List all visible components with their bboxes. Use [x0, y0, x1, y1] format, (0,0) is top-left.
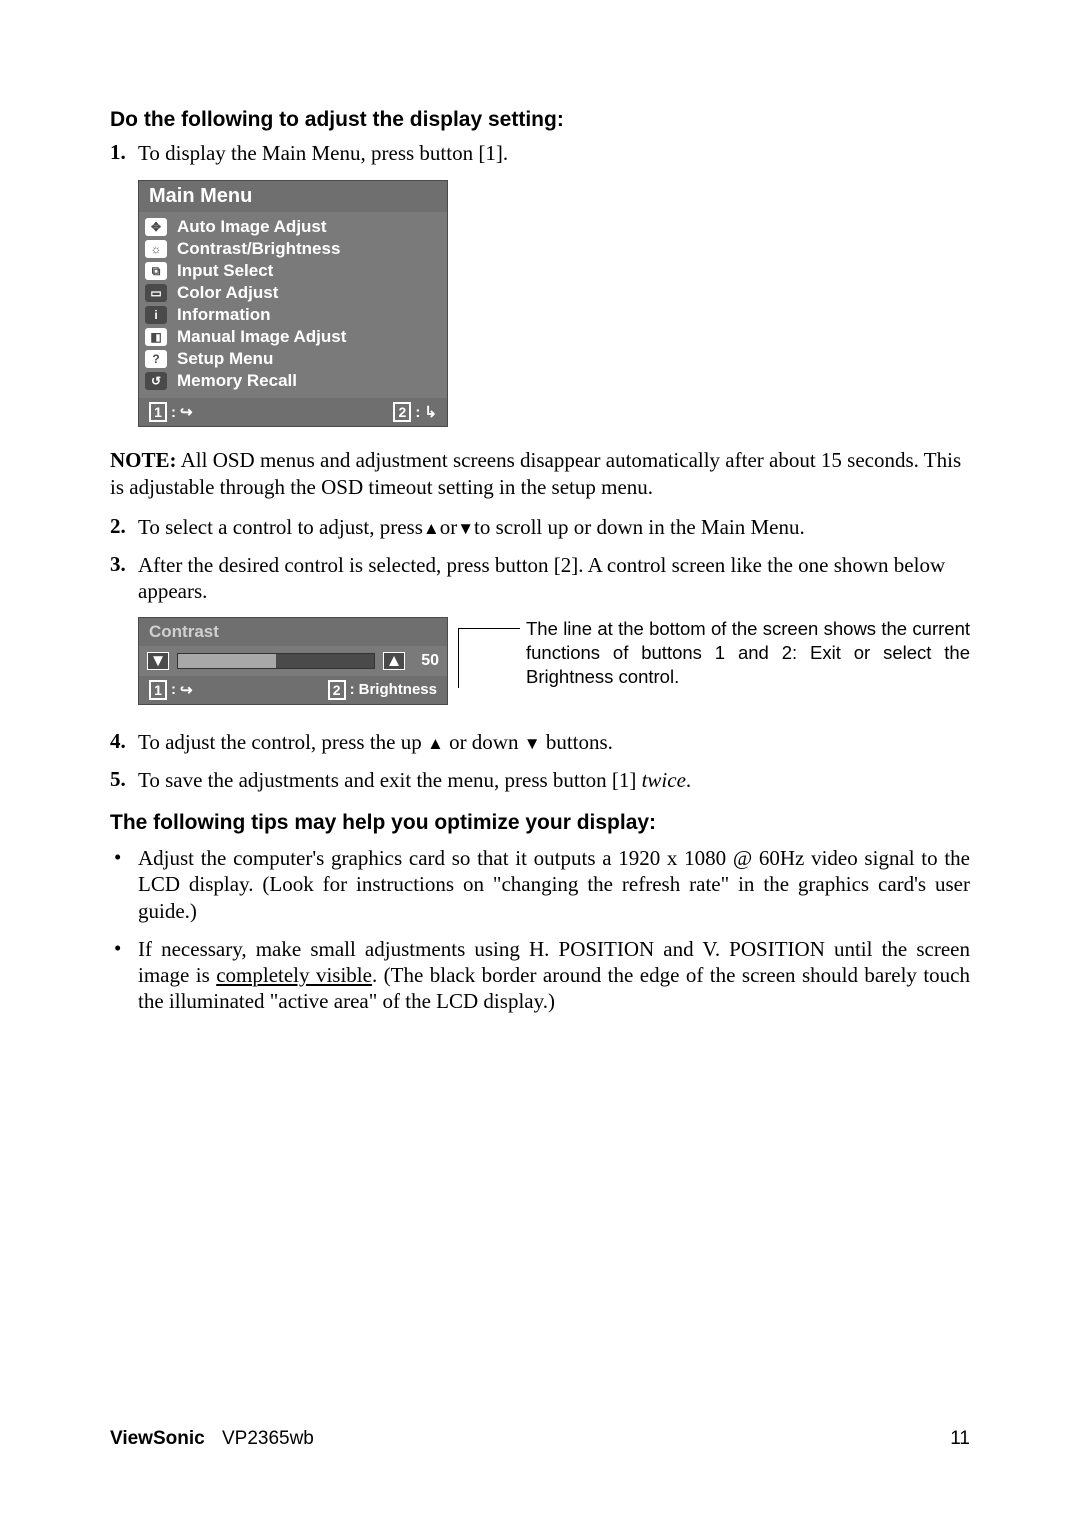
step-1: 1. To display the Main Menu, press butto… — [110, 140, 970, 166]
tip-text: If necessary, make small adjustments usi… — [138, 936, 970, 1015]
arrow-up-icon — [386, 651, 403, 671]
osd-main-list: ✥ Auto Image Adjust ☼ Contrast/Brightnes… — [139, 212, 447, 398]
osd-item-label: Input Select — [177, 261, 273, 281]
step-text: To select a control to adjust, pressorto… — [138, 514, 970, 540]
contrast-slider-fill — [178, 654, 276, 668]
memory-recall-icon: ↺ — [145, 372, 167, 390]
step-number: 1. — [110, 140, 138, 166]
osd-item-label: Auto Image Adjust — [177, 217, 327, 237]
osd-contrast-title: Contrast — [139, 618, 447, 646]
key-sep: : — [350, 681, 355, 698]
osd-main-footer: 1 : 2 : — [139, 398, 447, 426]
key-1-box: 1 — [149, 680, 167, 700]
osd-item-label: Memory Recall — [177, 371, 297, 391]
osd-contrast-panel: Contrast 50 1 : 2 : Brightness — [138, 617, 448, 705]
key-2-box: 2 — [393, 402, 411, 422]
footer-brand: ViewSonic — [110, 1428, 205, 1449]
arrow-down-icon — [457, 515, 474, 539]
key-sep: : — [171, 681, 176, 698]
input-select-icon: ⧉ — [145, 262, 167, 280]
increase-button[interactable] — [383, 652, 405, 670]
osd-item-contrast[interactable]: ☼ Contrast/Brightness — [145, 238, 441, 260]
key-sep: : — [415, 404, 420, 421]
step-number: 3. — [110, 552, 138, 605]
osd-item-label: Manual Image Adjust — [177, 327, 346, 347]
osd-item-memory[interactable]: ↺ Memory Recall — [145, 370, 441, 392]
osd-item-label: Information — [177, 305, 271, 325]
color-adjust-icon: ▭ — [145, 284, 167, 302]
note-body: All OSD menus and adjustment screens dis… — [110, 448, 961, 498]
arrow-down-icon — [150, 651, 167, 671]
contrast-value: 50 — [413, 652, 439, 670]
arrow-up-icon — [427, 730, 444, 754]
osd-item-input[interactable]: ⧉ Input Select — [145, 260, 441, 282]
key-2-label: Brightness — [359, 681, 437, 698]
enter-icon — [424, 403, 437, 421]
callout-text: The line at the bottom of the screen sho… — [448, 617, 970, 705]
key-sep: : — [171, 404, 176, 421]
footer-model: VP2365wb — [222, 1428, 314, 1449]
arrow-up-icon — [423, 515, 440, 539]
osd-main-menu: Main Menu ✥ Auto Image Adjust ☼ Contrast… — [138, 180, 448, 427]
completely-visible-underline: completely visible — [216, 963, 372, 987]
tip-1: • Adjust the computer's graphics card so… — [114, 845, 970, 924]
osd-item-manual[interactable]: ◧ Manual Image Adjust — [145, 326, 441, 348]
osd-main-title: Main Menu — [139, 181, 447, 212]
tip-2: • If necessary, make small adjustments u… — [114, 936, 970, 1015]
step-text: After the desired control is selected, p… — [138, 552, 970, 605]
osd-key-1-exit: 1 : — [149, 402, 193, 422]
osd-key-2-enter: 2 : — [393, 402, 437, 422]
osd-key-2-brightness: 2 : Brightness — [328, 680, 437, 700]
step-number: 2. — [110, 514, 138, 540]
information-icon: i — [145, 306, 167, 324]
step-2: 2. To select a control to adjust, presso… — [110, 514, 970, 540]
decrease-button[interactable] — [147, 652, 169, 670]
step-text: To save the adjustments and exit the men… — [138, 767, 970, 793]
osd-contrast-footer: 1 : 2 : Brightness — [139, 676, 447, 704]
osd-item-auto-image[interactable]: ✥ Auto Image Adjust — [145, 216, 441, 238]
osd-item-color[interactable]: ▭ Color Adjust — [145, 282, 441, 304]
page-footer: ViewSonic VP2365wb 11 — [110, 1428, 970, 1450]
section-heading-tips: The following tips may help you optimize… — [110, 811, 970, 835]
manual-image-icon: ◧ — [145, 328, 167, 346]
contrast-brightness-icon: ☼ — [145, 240, 167, 258]
note-label: NOTE: — [110, 448, 177, 472]
osd-key-1-exit: 1 : — [149, 680, 193, 700]
osd-item-label: Setup Menu — [177, 349, 273, 369]
note-paragraph: NOTE: All OSD menus and adjustment scree… — [110, 447, 970, 500]
step-5: 5. To save the adjustments and exit the … — [110, 767, 970, 793]
osd-item-info[interactable]: i Information — [145, 304, 441, 326]
key-2-box: 2 — [328, 680, 346, 700]
tip-bullet: • — [114, 845, 138, 924]
osd-item-label: Color Adjust — [177, 283, 278, 303]
tip-text: Adjust the computer's graphics card so t… — [138, 845, 970, 924]
contrast-slider-track[interactable] — [177, 653, 375, 669]
page-number: 11 — [950, 1428, 970, 1450]
exit-icon — [180, 403, 193, 421]
auto-image-icon: ✥ — [145, 218, 167, 236]
step-3: 3. After the desired control is selected… — [110, 552, 970, 605]
step-number: 4. — [110, 729, 138, 755]
tip-bullet: • — [114, 936, 138, 1015]
section-heading-adjust: Do the following to adjust the display s… — [110, 108, 970, 132]
key-1-box: 1 — [149, 402, 167, 422]
twice-emphasis: twice — [642, 768, 686, 792]
step-4: 4. To adjust the control, press the up o… — [110, 729, 970, 755]
step-text: To adjust the control, press the up or d… — [138, 729, 970, 755]
step-text: To display the Main Menu, press button [… — [138, 140, 970, 166]
contrast-slider-row: 50 — [139, 646, 447, 676]
exit-icon — [180, 681, 193, 699]
step-number: 5. — [110, 767, 138, 793]
arrow-down-icon — [524, 730, 541, 754]
osd-item-setup[interactable]: ? Setup Menu — [145, 348, 441, 370]
setup-menu-icon: ? — [145, 350, 167, 368]
osd-item-label: Contrast/Brightness — [177, 239, 340, 259]
